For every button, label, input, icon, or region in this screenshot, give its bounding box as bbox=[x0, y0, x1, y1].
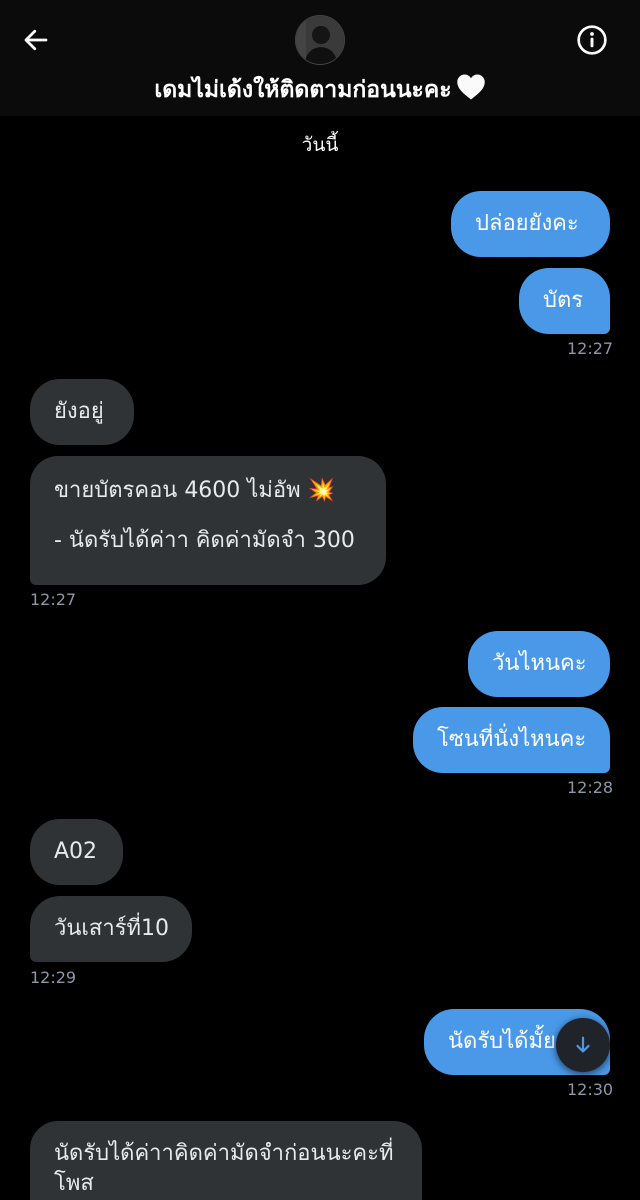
outgoing-message[interactable]: บัตร bbox=[519, 268, 610, 334]
incoming-message[interactable]: วันเสาร์ที่10 bbox=[30, 896, 192, 962]
incoming-message[interactable]: นัดรับได้ค่าาคิดค่ามัดจำก่อนนะคะที่โพส bbox=[30, 1121, 422, 1200]
message-timestamp: 12:28 bbox=[567, 778, 614, 797]
message-text: วันเสาร์ที่10 bbox=[54, 916, 170, 941]
outgoing-message[interactable]: วันไหนคะ bbox=[468, 631, 610, 697]
message-text: ยังอยู่ bbox=[54, 399, 104, 424]
white-heart-emoji bbox=[456, 73, 486, 107]
title-text: เดมไม่เด้งให้ติดตามก่อนนะคะ bbox=[154, 77, 452, 103]
avatar[interactable] bbox=[295, 15, 345, 65]
message-text: บัตร bbox=[543, 288, 584, 313]
incoming-message[interactable]: A02 bbox=[30, 819, 123, 885]
scroll-to-bottom-button[interactable] bbox=[556, 1018, 610, 1072]
incoming-message[interactable]: ขายบัตรคอน 4600 ไม่อัพ 💥 - นัดรับได้ค่าา… bbox=[30, 456, 386, 585]
outgoing-message[interactable]: ปล่อยยังคะ bbox=[451, 191, 610, 257]
profile-photo bbox=[296, 16, 344, 64]
info-circle-icon bbox=[577, 25, 607, 55]
message-timestamp: 12:29 bbox=[30, 968, 77, 987]
arrow-down-icon bbox=[576, 1036, 590, 1053]
message-text-line: - นัดรับได้ค่าา คิดค่ามัดจำ 300 bbox=[54, 528, 355, 553]
arrow-left-icon bbox=[24, 29, 48, 51]
outgoing-message[interactable]: โซนที่นั่งไหนคะ bbox=[413, 707, 610, 773]
message-text-line: ขายบัตรคอน 4600 ไม่อัพ 💥 bbox=[54, 478, 335, 503]
message-timestamp: 12:30 bbox=[567, 1080, 614, 1099]
date-separator: วันนี้ bbox=[301, 134, 339, 156]
incoming-message[interactable]: ยังอยู่ bbox=[30, 379, 134, 445]
message-text: นัดรับได้ค่าาคิดค่ามัดจำก่อนนะคะที่โพส bbox=[54, 1141, 394, 1196]
conversation-title[interactable]: เดมไม่เด้งให้ติดตามก่อนนะคะ bbox=[0, 72, 640, 108]
back-button[interactable] bbox=[14, 18, 58, 62]
message-text: วันไหนคะ bbox=[492, 651, 587, 676]
conversation-header: เดมไม่เด้งให้ติดตามก่อนนะคะ bbox=[0, 0, 640, 116]
info-button[interactable] bbox=[570, 18, 614, 62]
message-timestamp: 12:27 bbox=[30, 590, 77, 609]
message-text: ปล่อยยังคะ bbox=[475, 211, 579, 236]
message-text: A02 bbox=[54, 839, 98, 864]
message-text: โซนที่นั่งไหนคะ bbox=[437, 727, 587, 752]
message-timestamp: 12:27 bbox=[567, 339, 614, 358]
